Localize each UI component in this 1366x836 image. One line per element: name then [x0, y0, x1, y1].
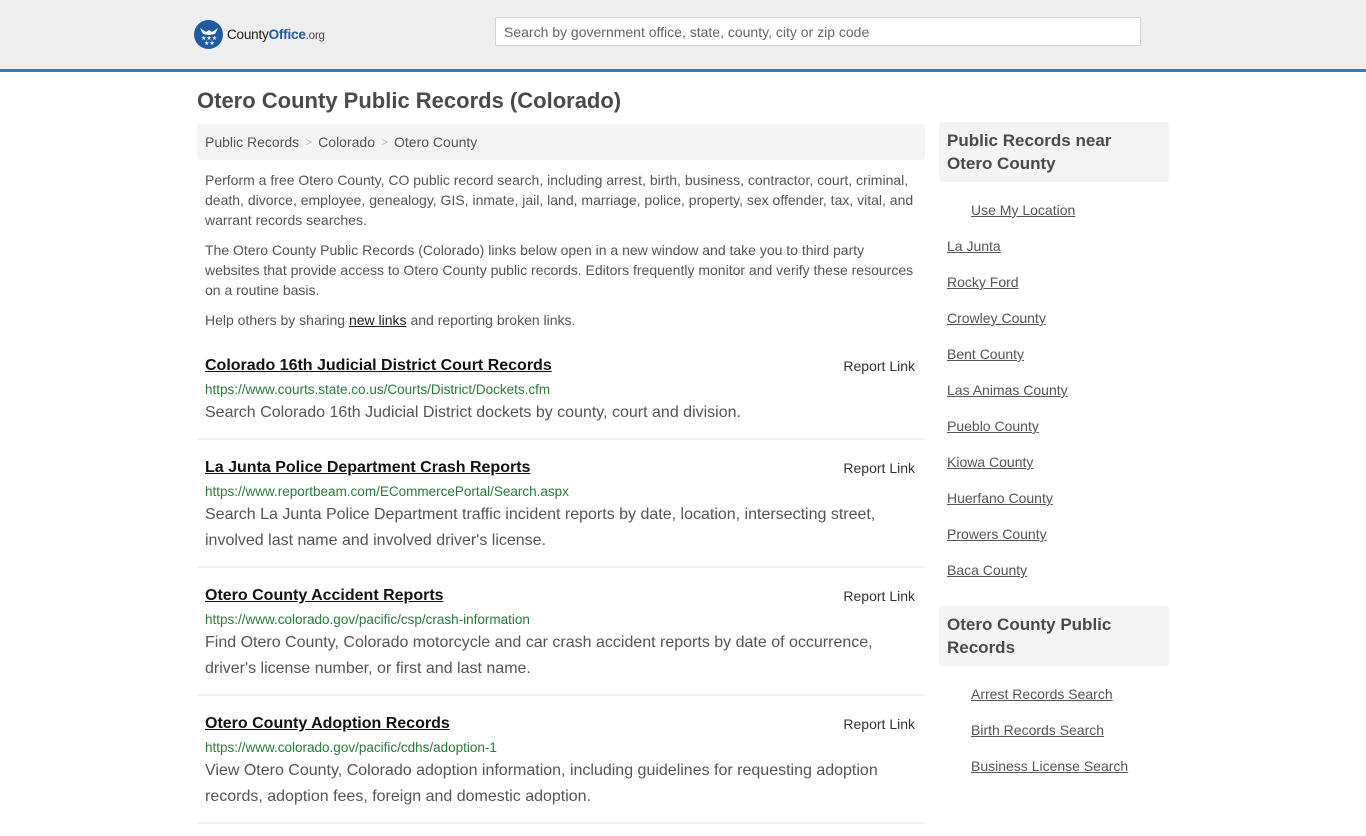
nearby-link-prowers-county[interactable]: Prowers County	[947, 524, 1161, 544]
nearby-link-las-animas-county[interactable]: Las Animas County	[947, 380, 1161, 400]
record-description: Search La Junta Police Department traffi…	[205, 506, 876, 549]
county-records-list: Arrest Records Search Birth Records Sear…	[939, 666, 1169, 788]
new-links-link[interactable]: new links	[349, 312, 407, 328]
record-url: https://www.colorado.gov/pacific/csp/cra…	[205, 612, 530, 627]
record-title-link[interactable]: La Junta Police Department Crash Reports	[205, 452, 917, 478]
logo-text: CountyOffice.org	[227, 27, 325, 42]
record-title-link[interactable]: Colorado 16th Judicial District Court Re…	[205, 350, 917, 376]
record-title-link[interactable]: Otero County Accident Reports	[205, 580, 917, 606]
breadcrumb-separator: >	[381, 135, 389, 149]
arrest-records-link[interactable]: Arrest Records Search	[947, 684, 1161, 704]
record-description: Search Colorado 16th Judicial District d…	[205, 404, 741, 421]
intro-paragraph-1: Perform a free Otero County, CO public r…	[205, 172, 914, 228]
nearby-link-baca-county[interactable]: Baca County	[947, 560, 1161, 580]
nearby-link-bent-county[interactable]: Bent County	[947, 344, 1161, 364]
breadcrumb-separator: >	[305, 135, 313, 149]
record-title-link[interactable]: Otero County Adoption Records	[205, 708, 917, 734]
record-description: Find Otero County, Colorado motorcycle a…	[205, 634, 873, 677]
report-link-button[interactable]: Report Link	[843, 588, 915, 604]
intro-paragraph-3: Help others by sharing new links and rep…	[205, 312, 576, 328]
main-content: Public Records > Colorado > Otero County…	[197, 124, 925, 836]
nearby-list: Use My Location La Junta Rocky Ford Crow…	[939, 182, 1169, 592]
use-my-location-link[interactable]: Use My Location	[947, 200, 1161, 220]
intro-text: Perform a free Otero County, CO public r…	[197, 170, 925, 330]
breadcrumb-otero-county[interactable]: Otero County	[394, 134, 477, 150]
record-description: View Otero County, Colorado adoption inf…	[205, 762, 878, 805]
nearby-link-la-junta[interactable]: La Junta	[947, 236, 1161, 256]
page-title: Otero County Public Records (Colorado)	[197, 88, 622, 113]
record-item: Otero County Adoption Records Report Lin…	[197, 708, 925, 824]
nearby-link-kiowa-county[interactable]: Kiowa County	[947, 452, 1161, 472]
site-logo[interactable]: ★★★ ★★ CountyOffice.org	[194, 20, 325, 49]
business-license-link[interactable]: Business License Search	[947, 756, 1161, 776]
record-item: Colorado 16th Judicial District Court Re…	[197, 350, 925, 440]
nearby-link-rocky-ford[interactable]: Rocky Ford	[947, 272, 1161, 292]
breadcrumb-colorado[interactable]: Colorado	[318, 134, 375, 150]
county-records-heading: Otero County Public Records	[939, 606, 1169, 666]
breadcrumb: Public Records > Colorado > Otero County	[197, 124, 925, 160]
nearby-link-crowley-county[interactable]: Crowley County	[947, 308, 1161, 328]
record-item: La Junta Police Department Crash Reports…	[197, 452, 925, 568]
nearby-link-pueblo-county[interactable]: Pueblo County	[947, 416, 1161, 436]
intro-paragraph-2: The Otero County Public Records (Colorad…	[205, 242, 914, 298]
birth-records-link[interactable]: Birth Records Search	[947, 720, 1161, 740]
svg-text:★★: ★★	[204, 40, 215, 45]
breadcrumb-public-records[interactable]: Public Records	[205, 134, 299, 150]
eagle-stars-icon: ★★★ ★★	[194, 20, 223, 49]
site-header: ★★★ ★★ CountyOffice.org	[0, 0, 1366, 72]
report-link-button[interactable]: Report Link	[843, 460, 915, 476]
search-input[interactable]	[495, 17, 1141, 46]
nearby-link-huerfano-county[interactable]: Huerfano County	[947, 488, 1161, 508]
record-url: https://www.reportbeam.com/ECommercePort…	[205, 484, 569, 499]
record-url: https://www.colorado.gov/pacific/cdhs/ad…	[205, 740, 497, 755]
report-link-button[interactable]: Report Link	[843, 358, 915, 374]
records-list: Colorado 16th Judicial District Court Re…	[197, 350, 925, 824]
report-link-button[interactable]: Report Link	[843, 716, 915, 732]
nearby-heading: Public Records near Otero County	[939, 122, 1169, 182]
record-url: https://www.courts.state.co.us/Courts/Di…	[205, 382, 551, 397]
record-item: Otero County Accident Reports Report Lin…	[197, 580, 925, 696]
county-records-block: Otero County Public Records Arrest Recor…	[939, 606, 1169, 788]
sidebar: Public Records near Otero County Use My …	[939, 122, 1169, 788]
